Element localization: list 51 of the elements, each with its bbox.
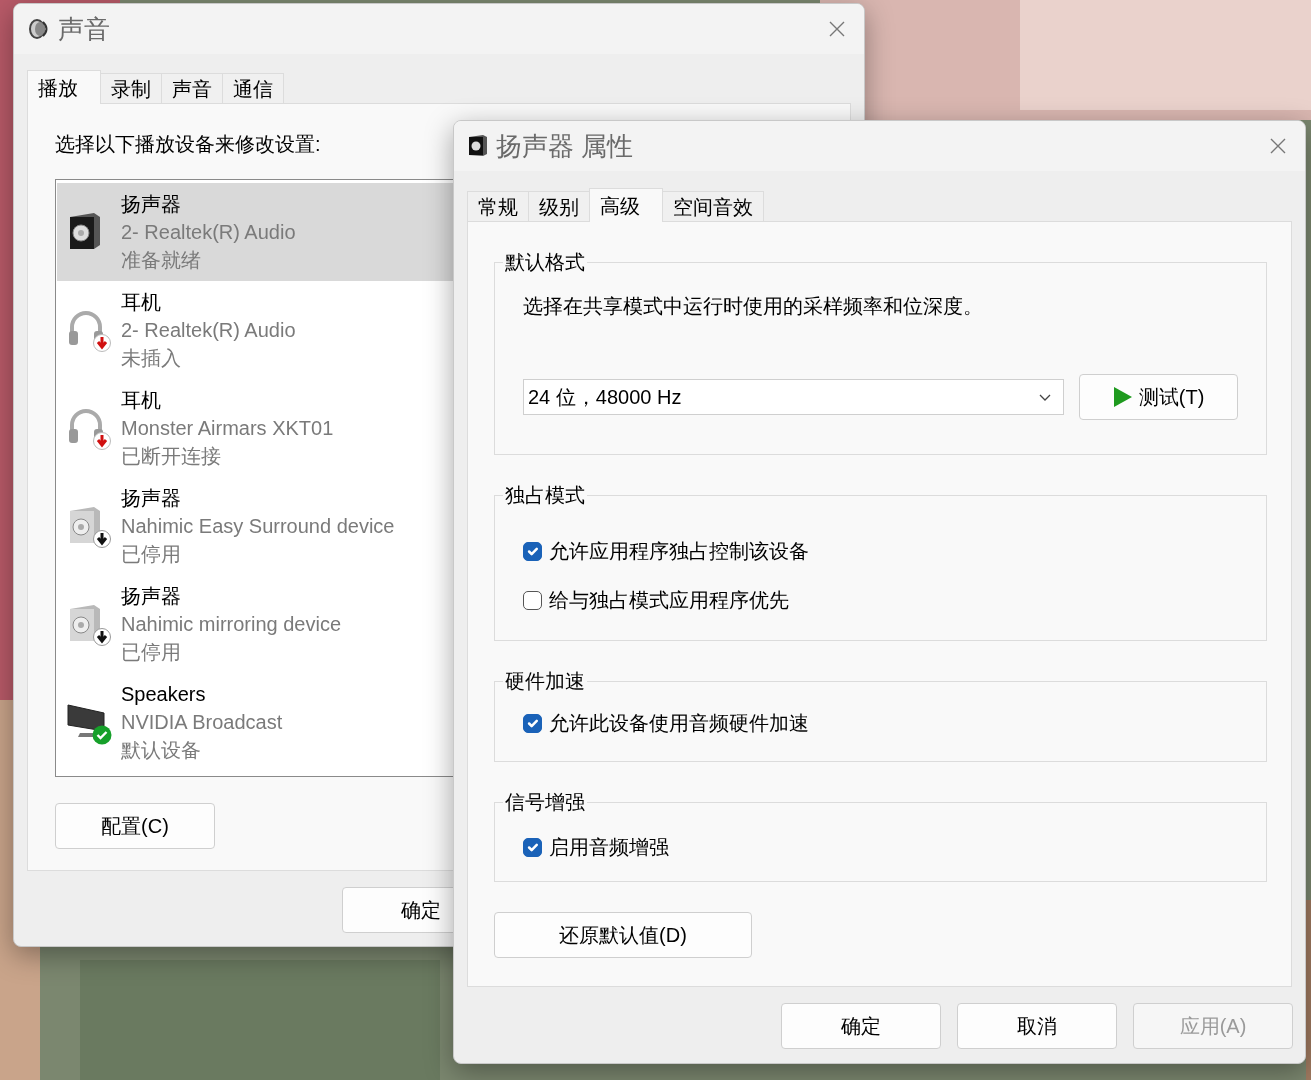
- device-description: 2- Realtek(R) Audio: [121, 220, 296, 245]
- checkbox[interactable]: [523, 713, 542, 733]
- dialog-button[interactable]: 取消: [957, 1003, 1117, 1049]
- window-title: 扬声器 属性: [496, 129, 634, 163]
- device-status: 已断开连接: [121, 444, 222, 469]
- tab[interactable]: 通信: [222, 73, 284, 103]
- device-description: Nahimic Easy Surround device: [121, 514, 395, 539]
- description-text: 选择在共享模式中运行时使用的采样频率和位深度。: [523, 294, 984, 319]
- chevron-down-icon: [1039, 393, 1052, 401]
- format-dropdown[interactable]: 24 位，48000 Hz: [523, 379, 1065, 415]
- device-description: 2- Realtek(R) Audio: [121, 318, 296, 343]
- device-status: 已停用: [121, 640, 182, 665]
- tab[interactable]: 常规: [467, 191, 529, 221]
- device-status: 已停用: [121, 542, 182, 567]
- test-button[interactable]: 测试(T): [1079, 374, 1238, 420]
- instruction-text: 选择以下播放设备来修改设置:: [55, 132, 321, 157]
- speaker-icon: [468, 134, 488, 158]
- close-icon: [1269, 137, 1287, 155]
- device-name: 耳机: [121, 388, 162, 413]
- checkbox[interactable]: [523, 541, 542, 561]
- checkbox-label: 允许应用程序独占控制该设备: [549, 539, 809, 564]
- device-status: 未插入: [121, 346, 182, 371]
- checkbox-label: 给与独占模式应用程序优先: [549, 588, 789, 613]
- device-status: 准备就绪: [121, 248, 202, 273]
- window-title: 声音: [58, 12, 110, 46]
- checkbox-label: 允许此设备使用音频硬件加速: [549, 711, 809, 736]
- device-name: 扬声器: [121, 584, 182, 609]
- device-name: 扬声器: [121, 192, 182, 217]
- group-title: 独占模式: [504, 483, 586, 508]
- close-icon: [828, 20, 846, 38]
- device-description: Monster Airmars XKT01: [121, 416, 334, 441]
- tab[interactable]: 高级: [589, 188, 663, 222]
- group-title: 硬件加速: [504, 669, 586, 694]
- restore-defaults-button[interactable]: 还原默认值(D): [494, 912, 752, 958]
- tab[interactable]: 空间音效: [662, 191, 764, 221]
- device-name: 耳机: [121, 290, 162, 315]
- tab[interactable]: 播放: [27, 70, 101, 104]
- speaker-icon: [28, 17, 50, 41]
- checkbox-label: 启用音频增强: [549, 835, 669, 860]
- device-description: Nahimic mirroring device: [121, 612, 342, 637]
- checkbox[interactable]: [523, 590, 542, 610]
- play-icon: [1112, 386, 1133, 408]
- device-name: Speakers: [121, 682, 207, 707]
- group-title: 信号增强: [504, 790, 586, 815]
- group-title: 默认格式: [504, 250, 586, 275]
- device-name: 扬声器: [121, 486, 182, 511]
- device-status: 默认设备: [121, 738, 202, 763]
- device-description: NVIDIA Broadcast: [121, 710, 283, 735]
- checkbox[interactable]: [523, 837, 542, 857]
- dialog-button[interactable]: 确定: [781, 1003, 941, 1049]
- configure-button[interactable]: 配置(C): [55, 803, 215, 849]
